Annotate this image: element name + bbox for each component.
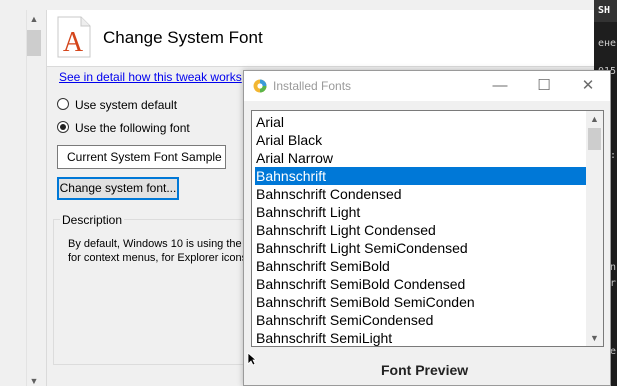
svg-text:A: A <box>63 27 84 58</box>
page-title: Change System Font <box>103 28 263 47</box>
close-icon[interactable]: ✕ <box>566 72 610 100</box>
app-logo-icon <box>253 79 267 93</box>
font-list-item[interactable]: Bahnschrift SemiBold <box>255 257 587 275</box>
font-list-item[interactable]: Bahnschrift Light <box>255 203 587 221</box>
use-system-default-label[interactable]: Use system default <box>75 98 177 112</box>
font-list-item[interactable]: Bahnschrift SemiBold SemiConden <box>255 293 587 311</box>
font-list-item-selected[interactable]: Bahnschrift <box>255 167 587 185</box>
tweak-details-link[interactable]: See in detail how this tweak works <box>59 70 242 84</box>
description-text: By default, Windows 10 is using the fo f… <box>68 238 257 264</box>
maximize-icon[interactable]: ☐ <box>522 72 566 100</box>
font-list-item[interactable]: Bahnschrift SemiCondensed <box>255 311 587 329</box>
use-system-default-radio[interactable] <box>57 98 69 110</box>
use-following-font-radio[interactable] <box>57 121 69 133</box>
font-list-item[interactable]: Arial <box>255 113 587 131</box>
font-preview-label: Font Preview <box>381 362 469 378</box>
terminal-text-line: енe <box>598 38 617 49</box>
font-list-item[interactable]: Bahnschrift SemiLight <box>255 329 587 346</box>
font-list-item[interactable]: Bahnschrift Light Condensed <box>255 221 587 239</box>
dialog-title: Installed Fonts <box>273 79 352 93</box>
font-list-item[interactable]: Bahnschrift Light SemiCondensed <box>255 239 587 257</box>
chevron-up-icon[interactable]: ▲ <box>586 112 603 126</box>
scroll-down-arrow-icon[interactable]: ▼ <box>28 376 40 386</box>
font-list-item[interactable]: Arial Black <box>255 131 587 149</box>
font-list[interactable]: Arial Arial Black Arial Narrow Bahnschri… <box>251 110 604 347</box>
font-list-item[interactable]: Bahnschrift Condensed <box>255 185 587 203</box>
change-system-font-button[interactable]: Change system font... <box>57 177 179 200</box>
font-list-scrollbar-thumb[interactable] <box>588 128 601 150</box>
font-sample-box: Current System Font Sample <box>57 145 226 169</box>
chevron-down-icon[interactable]: ▼ <box>586 331 603 345</box>
scroll-up-arrow-icon[interactable]: ▲ <box>28 14 40 24</box>
font-file-icon: A <box>57 16 91 58</box>
terminal-text-line: SH <box>598 5 611 16</box>
left-scrollbar-thumb[interactable] <box>27 30 41 56</box>
font-list-item[interactable]: Bahnschrift SemiBold Condensed <box>255 275 587 293</box>
left-scrollbar[interactable] <box>26 10 43 386</box>
use-following-font-label[interactable]: Use the following font <box>75 121 190 135</box>
mouse-cursor-icon <box>247 352 257 366</box>
description-legend: Description <box>60 213 125 227</box>
minimize-icon[interactable]: — <box>478 72 522 100</box>
font-list-item[interactable]: Arial Narrow <box>255 149 587 167</box>
